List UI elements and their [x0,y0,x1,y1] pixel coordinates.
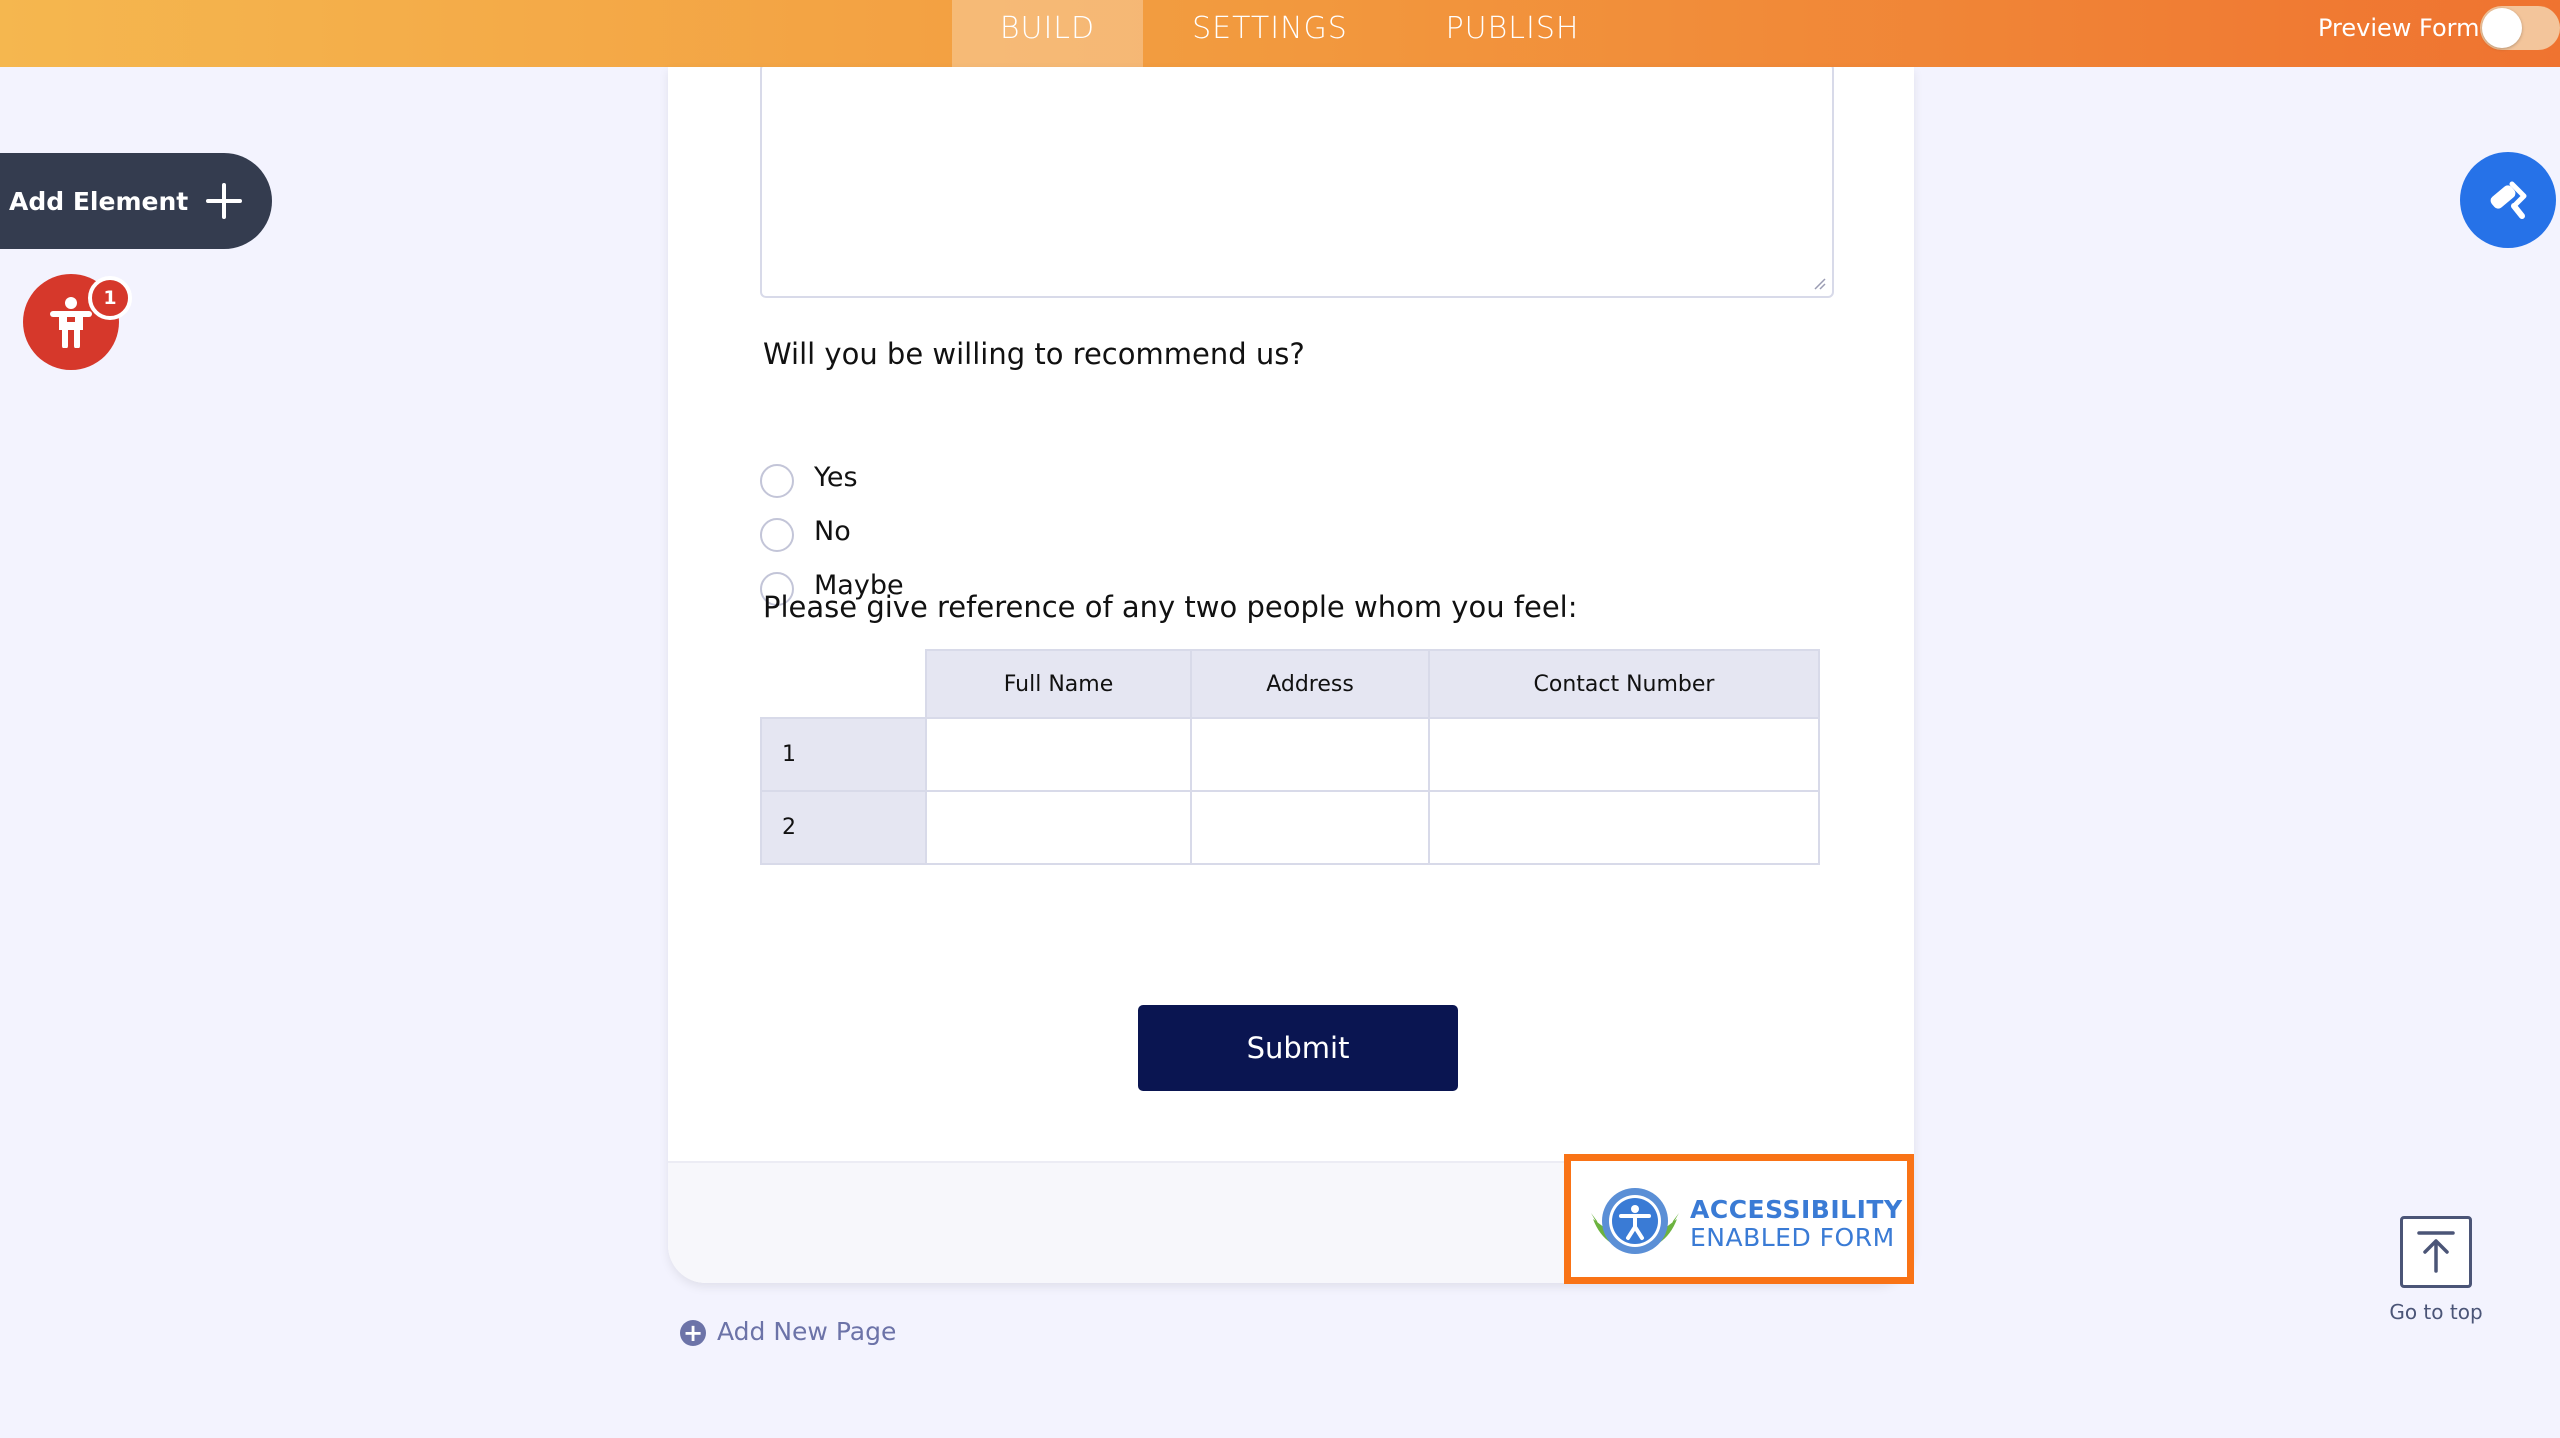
resize-grip-icon [1814,278,1826,290]
matrix-column-header: Address [1190,649,1430,719]
reference-question-label: Please give reference of any two people … [763,590,1578,624]
go-to-top-button[interactable]: Go to top [2386,1212,2486,1332]
matrix-input-cell[interactable] [1428,790,1820,865]
arrow-up-icon [2417,1231,2455,1273]
tab-settings[interactable]: SETTINGS [1160,0,1380,67]
go-to-top-box [2400,1216,2472,1288]
accessibility-enabled-badge[interactable]: ACCESSIBILITY ENABLED FORM [1564,1154,1914,1284]
go-to-top-label: Go to top [2389,1300,2483,1324]
top-navigation-bar: BUILD SETTINGS PUBLISH Preview Form [0,0,2560,67]
form-card: Will you be willing to recommend us? Yes… [668,67,1914,1283]
accessibility-person-icon [50,297,92,348]
plus-icon [206,183,242,219]
reference-matrix-table: Full Name Address Contact Number 1 2 [760,649,1820,865]
matrix-input-cell[interactable] [1428,717,1820,792]
radio-button[interactable] [760,518,794,552]
radio-button[interactable] [760,464,794,498]
form-designer-button[interactable] [2460,152,2556,248]
matrix-column-header: Full Name [925,649,1192,719]
matrix-corner-cell [761,650,927,719]
add-element-label: Add Element [9,187,189,216]
matrix-input-cell[interactable] [1190,790,1430,865]
matrix-input-cell[interactable] [925,790,1192,865]
add-element-button[interactable]: Add Element [0,153,272,249]
radio-option-label: Yes [814,462,858,493]
accessibility-badge-title: ACCESSIBILITY [1690,1195,1903,1224]
matrix-input-cell[interactable] [925,717,1192,792]
plus-circle-icon: + [680,1320,706,1346]
tab-build[interactable]: BUILD [952,0,1143,67]
toggle-knob [2482,8,2522,48]
matrix-header-row: Full Name Address Contact Number [761,649,1820,719]
matrix-input-cell[interactable] [1190,717,1430,792]
recommend-question-label: Will you be willing to recommend us? [763,337,1305,371]
preview-form-toggle[interactable] [2480,6,2560,50]
matrix-row: 2 [760,790,1820,865]
accessibility-issue-count-badge: 1 [88,276,132,320]
matrix-row-header: 2 [760,790,927,865]
tab-publish[interactable]: PUBLISH [1420,0,1605,67]
accessibility-badge-subtitle: ENABLED FORM [1690,1223,1895,1252]
matrix-column-header: Contact Number [1428,649,1820,719]
radio-option-label: No [814,516,851,547]
add-new-page-label: Add New Page [717,1317,897,1346]
submit-button[interactable]: Submit [1138,1005,1458,1091]
matrix-row-header: 1 [760,717,927,792]
preview-form-label: Preview Form [2318,14,2480,42]
accessibility-seal-icon [1591,1188,1679,1254]
paint-roller-icon [2490,181,2527,219]
matrix-row: 1 [760,717,1820,792]
long-text-field[interactable] [760,67,1834,298]
